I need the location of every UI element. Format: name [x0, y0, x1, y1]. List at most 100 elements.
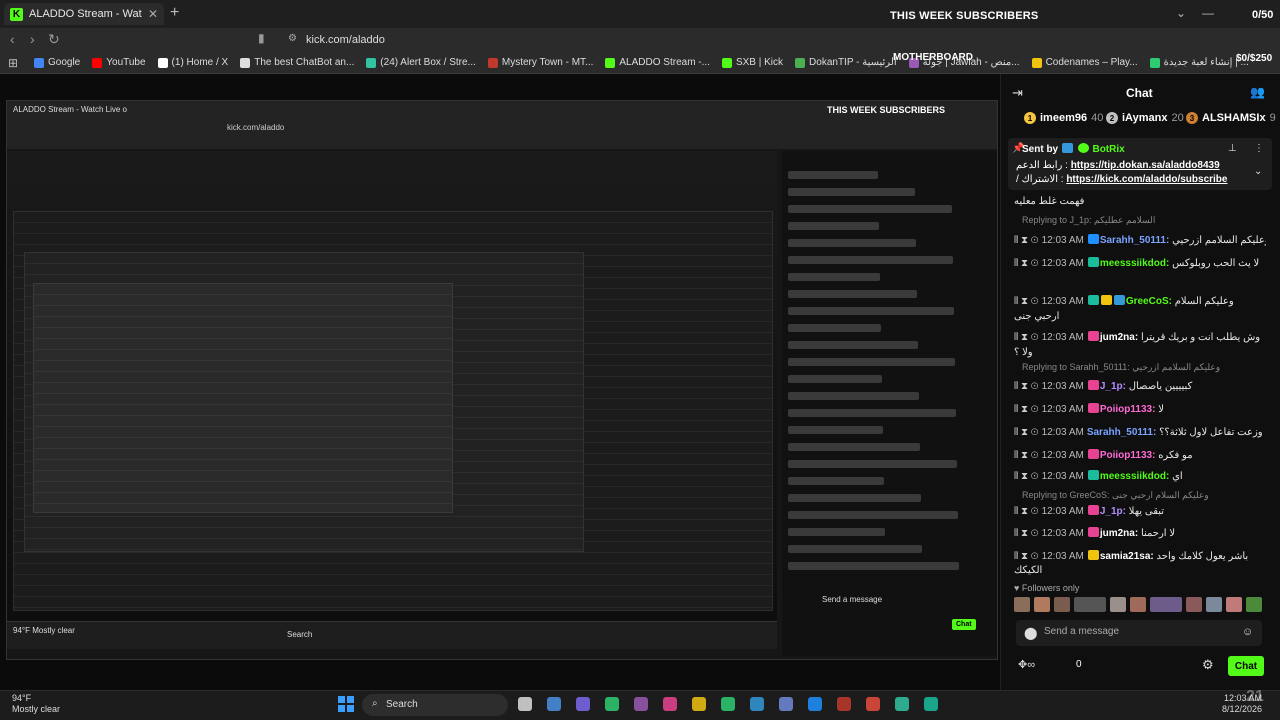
channel-points-icon[interactable]: ✥∞ [1018, 658, 1035, 671]
browser-tab[interactable]: K ALADDO Stream - Watch Live o ✕ [4, 3, 164, 25]
timeout-icon[interactable]: ⧗ ⊙ [1018, 528, 1039, 539]
taskbar-app-icon[interactable] [924, 697, 938, 711]
bookmark-item[interactable]: YouTube [92, 57, 146, 68]
emote-icon[interactable] [1054, 597, 1070, 612]
emoji-icon[interactable]: ☺ [1242, 626, 1253, 638]
bookmark-item[interactable]: The best ChatBot an... [240, 57, 354, 68]
subscribe-link[interactable]: https://kick.com/aladdo/subscribe [1066, 174, 1227, 185]
timeout-icon[interactable]: ⧗ ⊙ [1018, 258, 1039, 269]
chat-message[interactable]: ⫴ ⧗ ⊙ 12:03 AM J_1p: تبقى يهلا [1014, 505, 1266, 518]
bookmark-item[interactable]: إنشاء لعبة جديدة | ... [1149, 57, 1249, 68]
bookmark-item[interactable]: ALADDO Stream -... [605, 57, 710, 68]
taskbar-app-icon[interactable] [895, 697, 909, 711]
taskbar-app-icon[interactable] [692, 697, 706, 711]
taskbar-app-icon[interactable] [634, 697, 648, 711]
taskbar-app-icon[interactable] [721, 697, 735, 711]
emote-icon[interactable] [1014, 597, 1030, 612]
message-username[interactable]: meesssiikdod: [1100, 471, 1169, 482]
taskbar-app-icon[interactable] [750, 697, 764, 711]
message-username[interactable]: J_1p: [1100, 381, 1126, 392]
tip-link[interactable]: https://tip.dokan.sa/aladdo8439 [1071, 160, 1220, 171]
taskbar-app-icon[interactable] [866, 697, 880, 711]
timeout-icon[interactable]: ⧗ ⊙ [1018, 471, 1039, 482]
timeout-icon[interactable]: ⧗ ⊙ [1018, 381, 1039, 392]
chat-message[interactable]: ⫴ ⧗ ⊙ 12:03 AM meesssiikdod: لا يث الحب رو… [1014, 257, 1266, 270]
bookmark-item[interactable]: DokanTIP - الرئيسية [795, 57, 897, 68]
weather-widget[interactable]: 94°F Mostly clear [12, 693, 60, 715]
timeout-icon[interactable]: ⧗ ⊙ [1018, 404, 1039, 415]
tab-search-icon[interactable]: ⌄ [1176, 6, 1186, 20]
stream-video[interactable]: ALADDO Stream - Watch Live o kick.com/al… [0, 74, 1000, 690]
bookmark-icon[interactable]: ▮ [258, 31, 265, 45]
chat-message[interactable]: ⫴ ⧗ ⊙ 12:03 AM Sarahh_50111: وزعت تفاعل لا… [1014, 426, 1266, 439]
back-icon[interactable]: ‹ [10, 31, 15, 47]
timeout-icon[interactable]: ⧗ ⊙ [1018, 450, 1039, 461]
taskbar-app-icon[interactable] [576, 697, 590, 711]
unpin-icon[interactable]: ⊥ [1228, 143, 1237, 154]
chat-message[interactable]: ⫴ ⧗ ⊙ 12:03 AM meesssiikdod: اي [1014, 470, 1266, 483]
message-username[interactable]: J_1p: [1100, 506, 1126, 517]
taskbar-app-icon[interactable] [547, 697, 561, 711]
forward-icon[interactable]: › [30, 31, 35, 47]
emote-icon[interactable] [1246, 597, 1262, 612]
taskbar-app-icon[interactable] [779, 697, 793, 711]
reload-icon[interactable]: ↻ [48, 31, 60, 48]
bookmark-item[interactable]: Mystery Town - MT... [487, 57, 593, 68]
new-tab-button[interactable]: + [170, 4, 179, 22]
bookmark-item[interactable]: (24) Alert Box / Stre... [366, 57, 476, 68]
emote-icon[interactable] [1130, 597, 1146, 612]
users-icon[interactable]: 👥 [1250, 85, 1265, 99]
chat-message[interactable]: ⫴ ⧗ ⊙ 12:03 AM Poiiop1133: مو فكره [1014, 449, 1266, 462]
chat-message[interactable]: ⫴ ⧗ ⊙ 12:03 AM GreeCoS: وعليكم السلام [1014, 295, 1266, 308]
chat-message[interactable]: ⫴ ⧗ ⊙ 12:03 AM jum2na: وش يطلب انت و بريك … [1014, 331, 1266, 344]
timeout-icon[interactable]: ⧗ ⊙ [1018, 296, 1039, 307]
more-options-icon[interactable]: ⋮ [1254, 143, 1264, 154]
windows-start-icon[interactable] [338, 696, 354, 712]
send-message-input[interactable]: Send a message [1016, 620, 1262, 646]
message-username[interactable]: GreeCoS: [1126, 296, 1172, 307]
chat-message[interactable]: ⫴ ⧗ ⊙ 12:03 AM samia21sa: باشر يعول كلامك … [1014, 550, 1266, 563]
emote-icon[interactable] [1186, 597, 1202, 612]
timeout-icon[interactable]: ⧗ ⊙ [1018, 427, 1039, 438]
timeout-icon[interactable]: ⧗ ⊙ [1018, 506, 1039, 517]
taskbar-app-icon[interactable] [808, 697, 822, 711]
bookmark-item[interactable]: (1) Home / X [157, 57, 228, 68]
message-username[interactable]: Poiiop1133: [1100, 404, 1156, 415]
emote-icon[interactable] [1206, 597, 1222, 612]
bookmark-item[interactable]: Google [34, 57, 80, 68]
timeout-icon[interactable]: ⧗ ⊙ [1018, 235, 1039, 246]
taskbar-app-icon[interactable] [663, 697, 677, 711]
chat-message[interactable]: ⫴ ⧗ ⊙ 12:03 AM jum2na: لا ارحمنا [1014, 527, 1266, 540]
timeout-icon[interactable]: ⧗ ⊙ [1018, 551, 1039, 562]
tab-close-icon[interactable]: ✕ [148, 7, 158, 21]
chat-message[interactable]: ⫴ ⧗ ⊙ 12:03 AM Poiiop1133: لا [1014, 403, 1266, 416]
taskbar-app-icon[interactable] [605, 697, 619, 711]
taskbar-app-icon[interactable] [518, 697, 532, 711]
url-field[interactable]: kick.com/aladdo [280, 31, 1100, 49]
message-username[interactable]: Poiiop1133: [1100, 450, 1156, 461]
emote-icon[interactable] [1074, 597, 1106, 612]
message-username[interactable]: jum2na: [1100, 332, 1138, 343]
emote-icon[interactable] [1110, 597, 1126, 612]
apps-grid-icon[interactable]: ⊞ [8, 56, 18, 70]
chat-settings-icon[interactable]: ⚙ [1202, 657, 1214, 673]
emote-icon[interactable] [1226, 597, 1242, 612]
collapse-chat-icon[interactable]: ⇥ [1012, 85, 1023, 101]
message-username[interactable]: samia21sa: [1100, 551, 1154, 562]
bookmark-item[interactable]: SXB | Kick [721, 57, 783, 68]
chat-message[interactable]: ⫴ ⧗ ⊙ 12:03 AM Sarahh_50111: وعليكم السلام… [1014, 234, 1266, 247]
message-username[interactable]: Sarahh_50111: [1087, 427, 1157, 438]
emote-icon[interactable] [1034, 597, 1050, 612]
message-username[interactable]: meesssiikdod: [1100, 258, 1169, 269]
emote-icon[interactable] [1150, 597, 1182, 612]
minimize-button[interactable]: — [1202, 6, 1214, 20]
timeout-icon[interactable]: ⧗ ⊙ [1018, 332, 1039, 343]
taskbar-search[interactable]: Search [362, 694, 508, 716]
chat-send-button[interactable]: Chat [1228, 656, 1264, 676]
message-username[interactable]: jum2na: [1100, 528, 1138, 539]
expand-pin-icon[interactable]: ⌄ [1254, 166, 1262, 177]
bookmark-item[interactable]: Codenames – Play... [1031, 57, 1138, 68]
message-username[interactable]: Sarahh_50111: [1100, 235, 1170, 246]
chat-message[interactable]: ⫴ ⧗ ⊙ 12:03 AM J_1p: كبيييين ياصصال [1014, 380, 1266, 393]
taskbar-app-icon[interactable] [837, 697, 851, 711]
